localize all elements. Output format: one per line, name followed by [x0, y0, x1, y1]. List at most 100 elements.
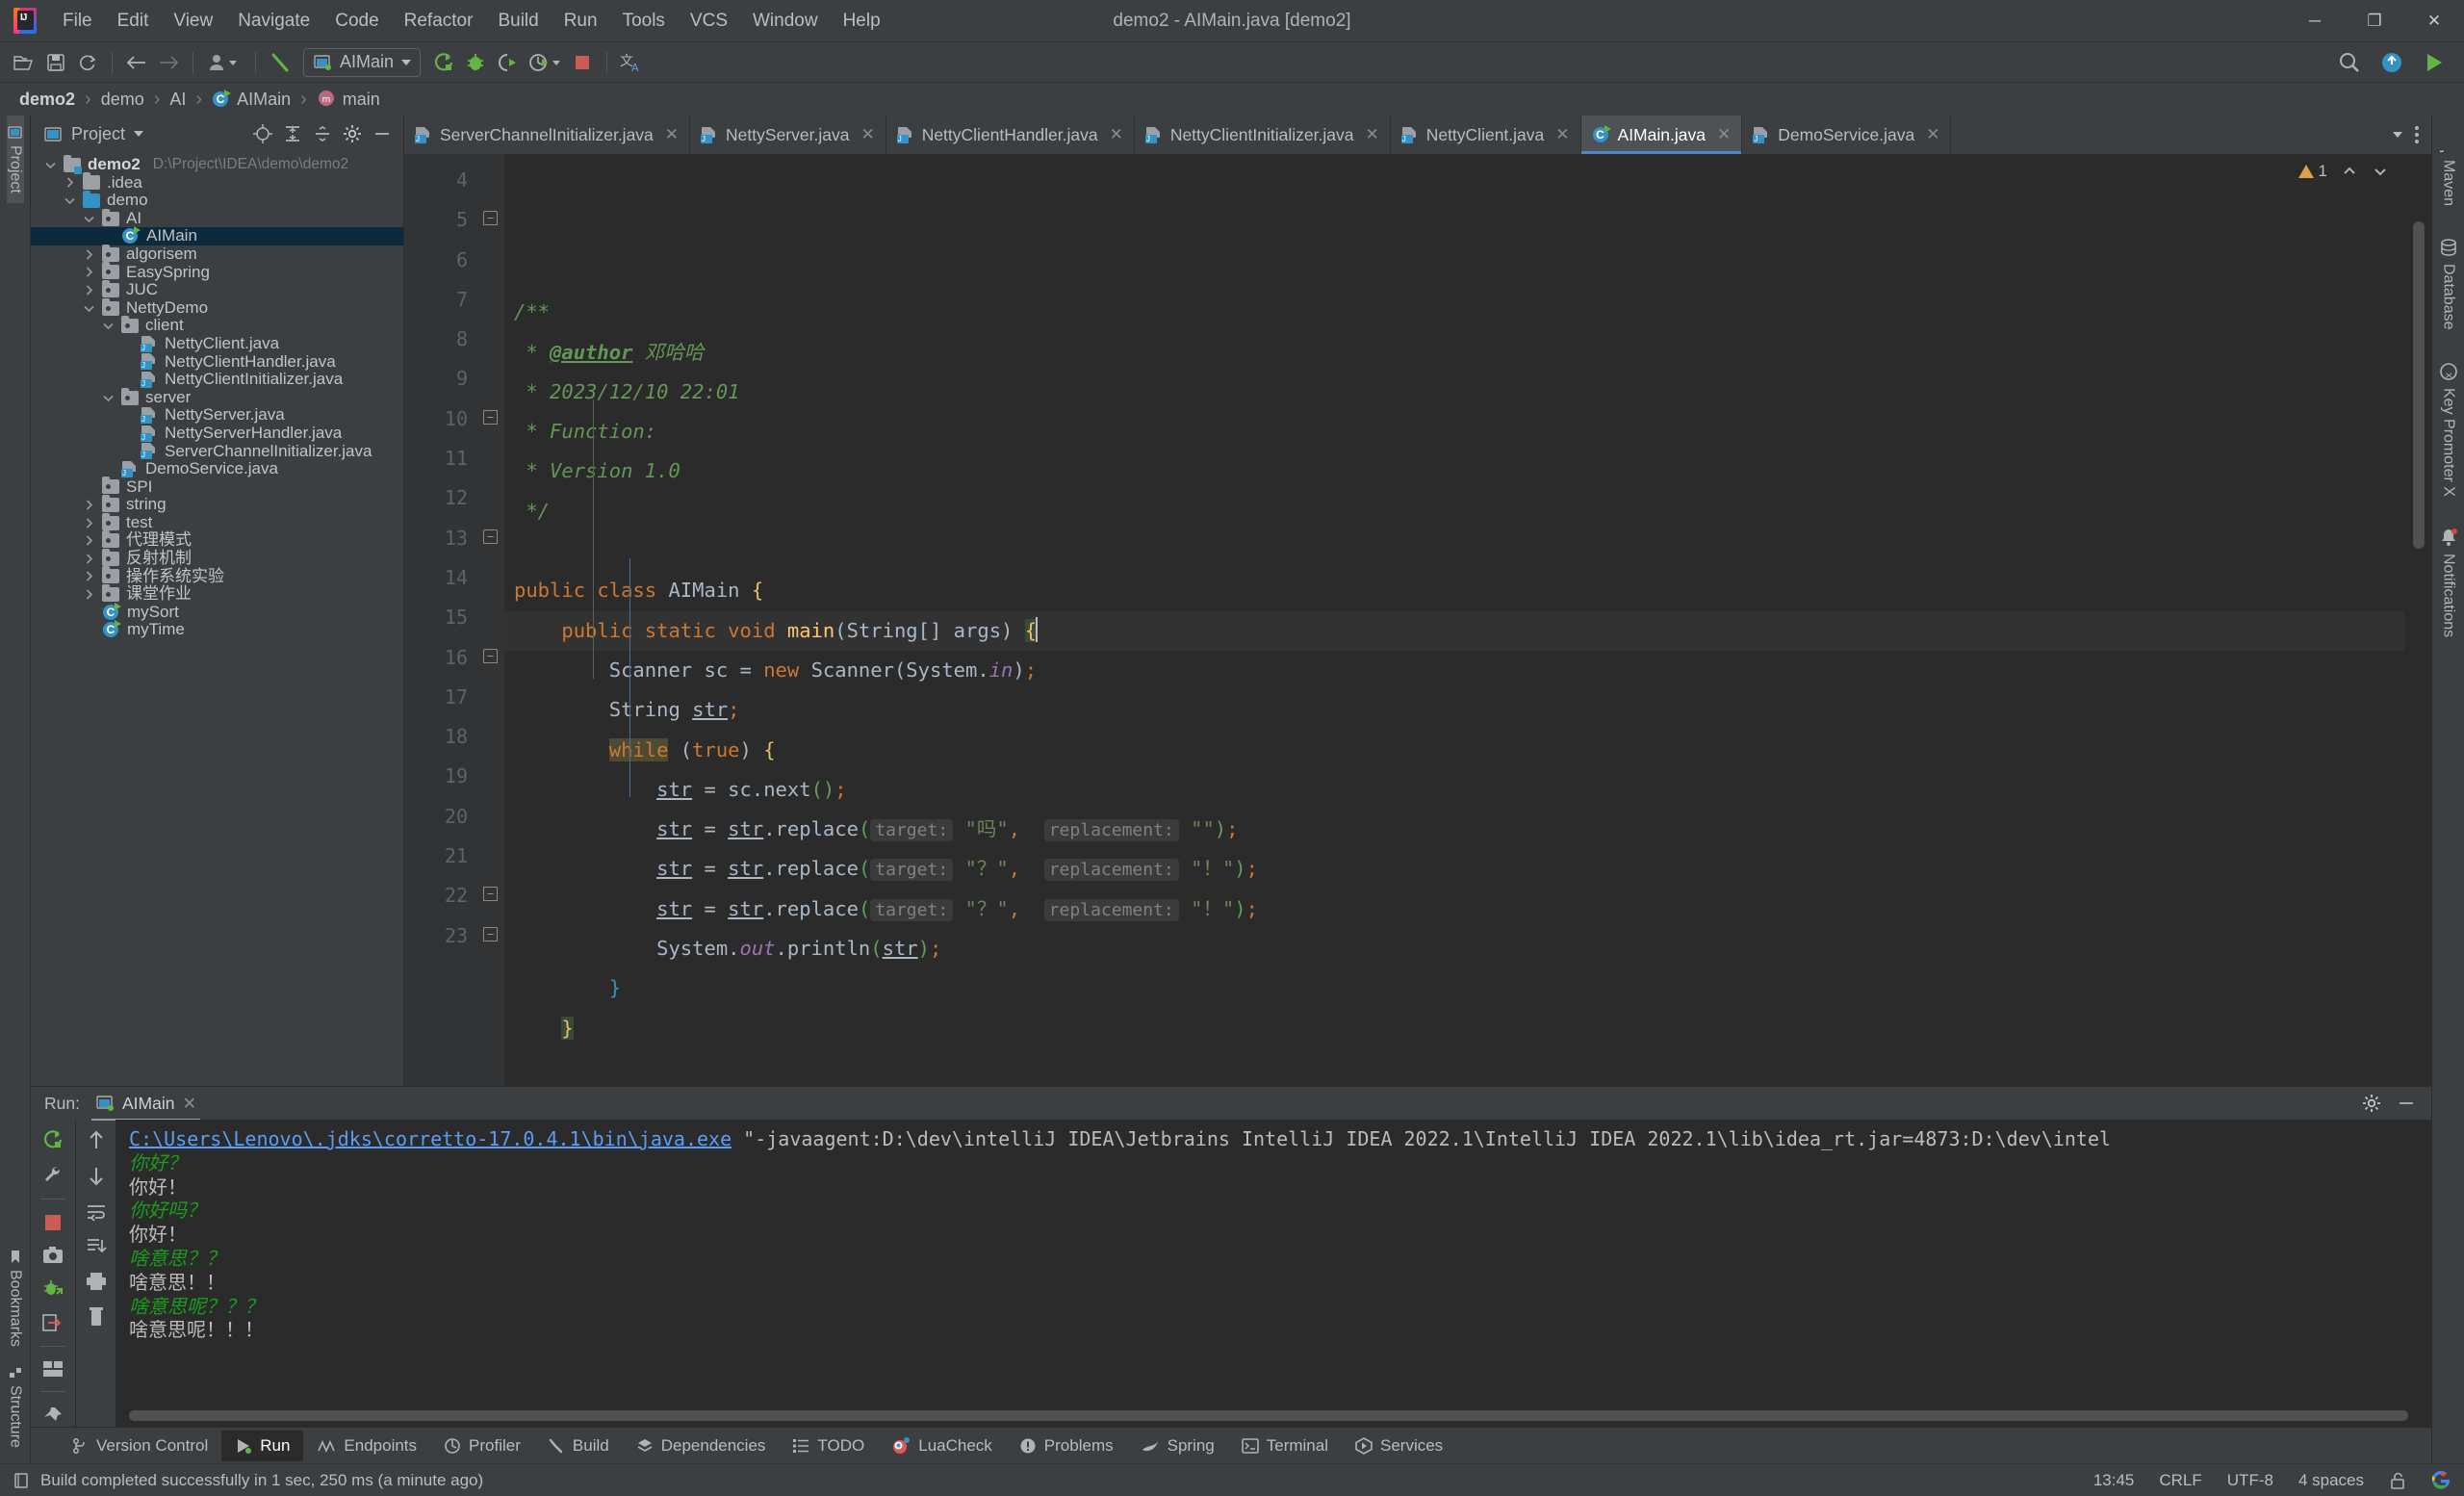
tree-item-serverchannelinitializer-java[interactable]: J ServerChannelInitializer.java	[31, 442, 403, 461]
line-number[interactable]: 15	[404, 598, 477, 637]
tool-window-build[interactable]: Build	[534, 1431, 623, 1461]
tree-item-nettyserver-java[interactable]: J NettyServer.java	[31, 406, 403, 425]
java-exe-link[interactable]: C:\Users\Lenovo\.jdks\corretto-17.0.4.1\…	[129, 1127, 732, 1150]
tree-item-[interactable]: 反射机制	[31, 548, 403, 568]
tree-item-[interactable]: 课堂作业	[31, 584, 403, 604]
pin-icon[interactable]	[42, 1406, 64, 1427]
editor-tab-nettyclienthandler-java[interactable]: J NettyClientHandler.java ✕	[886, 116, 1135, 154]
fold-collapse-icon[interactable]: −	[483, 648, 498, 663]
tree-item-demoservice-java[interactable]: J DemoService.java	[31, 459, 403, 478]
code-line[interactable]: public static void main(String[] args) {	[504, 610, 2404, 651]
code-line[interactable]: str = str.replace(target: "吗", replaceme…	[504, 810, 2404, 849]
menu-navigate[interactable]: Navigate	[225, 5, 322, 38]
fold-end-icon[interactable]: −	[483, 409, 498, 425]
editor-viewport[interactable]: 4 5 6 7 8 9 10 11 12 13 14 15 16 17 18 19 20 21 22 23 − − − − −…	[404, 154, 2431, 1086]
search-everywhere-icon[interactable]	[2335, 48, 2364, 77]
breadcrumb-item-aimain[interactable]: C AIMain	[206, 88, 296, 112]
stop-icon[interactable]	[568, 48, 597, 77]
editor-tab-nettyserver-java[interactable]: J NettyServer.java ✕	[690, 116, 886, 154]
editor-tab-close-icon[interactable]: ✕	[1926, 125, 1939, 144]
tree-item-mysort[interactable]: CmySort	[31, 602, 403, 622]
tool-window-version-control[interactable]: Version Control	[58, 1431, 221, 1461]
chevron-down-icon[interactable]	[102, 392, 115, 404]
editor-scrollbar[interactable]	[2404, 154, 2431, 1086]
code-line[interactable]: * @author 邓哈哈	[504, 333, 2404, 373]
indent-widget[interactable]: 4 spaces	[2298, 1471, 2364, 1490]
menu-refactor[interactable]: Refactor	[392, 5, 486, 38]
sidebar-tab-key-promoter-x[interactable]: x Key Promoter X	[2439, 351, 2457, 518]
line-number[interactable]: 16	[404, 638, 477, 678]
chevron-right-icon[interactable]	[64, 176, 76, 189]
minimize-button[interactable]: ─	[2285, 0, 2345, 42]
line-number[interactable]: 20	[404, 797, 477, 837]
chevron-down-icon[interactable]	[83, 302, 95, 315]
google-icon[interactable]	[2431, 1470, 2451, 1490]
camera-icon[interactable]	[42, 1246, 64, 1265]
chevron-right-icon[interactable]	[83, 588, 95, 601]
tool-window-services[interactable]: Services	[1342, 1431, 1456, 1461]
code-line[interactable]: * Function:	[504, 412, 2404, 451]
chevron-right-icon[interactable]	[83, 248, 95, 261]
sidebar-tab-notifications[interactable]: Notifications	[2440, 517, 2457, 658]
line-number[interactable]: 6	[404, 241, 477, 280]
line-number[interactable]: 13	[404, 519, 495, 558]
chevron-down-icon[interactable]	[134, 131, 144, 137]
tool-window-todo[interactable]: TODO	[779, 1431, 878, 1461]
run-coverage-icon[interactable]	[493, 48, 522, 77]
run-configuration-selector[interactable]: AIMain	[303, 47, 422, 77]
line-number[interactable]: 18	[404, 717, 477, 757]
tool-window-dependencies[interactable]: Dependencies	[623, 1431, 780, 1461]
expand-all-icon[interactable]	[283, 124, 302, 143]
code-line[interactable]: str = str.replace(target: "？", replaceme…	[504, 849, 2404, 889]
code-line[interactable]: }	[504, 968, 2404, 1008]
editor-tab-demoservice-java[interactable]: J DemoService.java ✕	[1742, 116, 1952, 154]
tool-window-spring[interactable]: Spring	[1127, 1431, 1228, 1461]
tree-item-spi[interactable]: SPI	[31, 477, 403, 497]
scroll-up-icon[interactable]	[87, 1129, 106, 1150]
sidebar-tab-maven[interactable]: m Maven	[2440, 125, 2457, 227]
scroll-to-end-icon[interactable]	[86, 1237, 107, 1256]
line-number[interactable]: 7	[404, 280, 477, 320]
chevron-down-icon[interactable]	[401, 59, 412, 65]
run-icon[interactable]	[429, 48, 458, 77]
code-line[interactable]: str = sc.next();	[504, 770, 2404, 810]
fold-collapse-icon[interactable]: −	[483, 529, 498, 544]
breadcrumb-item-ai[interactable]: AI	[164, 88, 192, 112]
project-tree[interactable]: demo2 D:\Project\IDEA\demo\demo2 .idea demo…	[31, 152, 403, 1086]
menu-vcs[interactable]: VCS	[678, 5, 740, 38]
breadcrumb-item-demo[interactable]: demo	[95, 88, 150, 112]
code-line[interactable]: */	[504, 492, 2404, 531]
tree-item-demo2[interactable]: demo2 D:\Project\IDEA\demo\demo2	[31, 154, 403, 174]
run-tab-close-icon[interactable]: ✕	[182, 1094, 196, 1114]
print-icon[interactable]	[86, 1272, 107, 1291]
settings-gear-icon[interactable]	[2362, 1094, 2381, 1113]
editor-tab-close-icon[interactable]: ✕	[1110, 125, 1123, 144]
code-content[interactable]: /** * @author 邓哈哈 * 2023/12/10 22:01 * F…	[504, 154, 2404, 1086]
tree-item-nettydemo[interactable]: NettyDemo	[31, 297, 403, 318]
scroll-down-icon[interactable]	[87, 1166, 106, 1187]
tree-item-easyspring[interactable]: EasySpring	[31, 262, 403, 282]
code-line[interactable]: System.out.println(str);	[504, 929, 2404, 968]
tree-item-test[interactable]: test	[31, 512, 403, 532]
updates-icon[interactable]	[2377, 48, 2406, 77]
tree-item-aimain[interactable]: C AIMain	[31, 226, 403, 245]
editor-tab-close-icon[interactable]: ✕	[665, 125, 679, 144]
console-horizontal-scrollbar[interactable]	[129, 1410, 2408, 1421]
scrollbar-thumb[interactable]	[2413, 221, 2425, 549]
back-arrow-icon[interactable]	[122, 48, 151, 77]
unlocked-icon[interactable]	[2389, 1471, 2406, 1490]
tool-window-terminal[interactable]: Terminal	[1228, 1431, 1342, 1461]
tree-item-ai[interactable]: AI	[31, 208, 403, 228]
editor-tab-nettyclientinitializer-java[interactable]: J NettyClientInitializer.java ✕	[1135, 116, 1391, 154]
tree-item-juc[interactable]: JUC	[31, 279, 403, 299]
line-number[interactable]: 19	[404, 757, 477, 796]
sidebar-tab-database[interactable]: Database	[2440, 227, 2457, 351]
sidebar-tab-bookmarks[interactable]: Bookmarks	[7, 1240, 24, 1356]
code-line[interactable]: * 2023/12/10 22:01	[504, 373, 2404, 412]
locate-icon[interactable]	[253, 124, 272, 143]
line-separator-widget[interactable]: CRLF	[2159, 1471, 2201, 1490]
sync-icon[interactable]	[73, 48, 102, 77]
chevron-right-icon[interactable]	[83, 534, 95, 547]
tree-item-mytime[interactable]: CmyTime	[31, 620, 403, 639]
code-line[interactable]: * Version 1.0	[504, 451, 2404, 491]
